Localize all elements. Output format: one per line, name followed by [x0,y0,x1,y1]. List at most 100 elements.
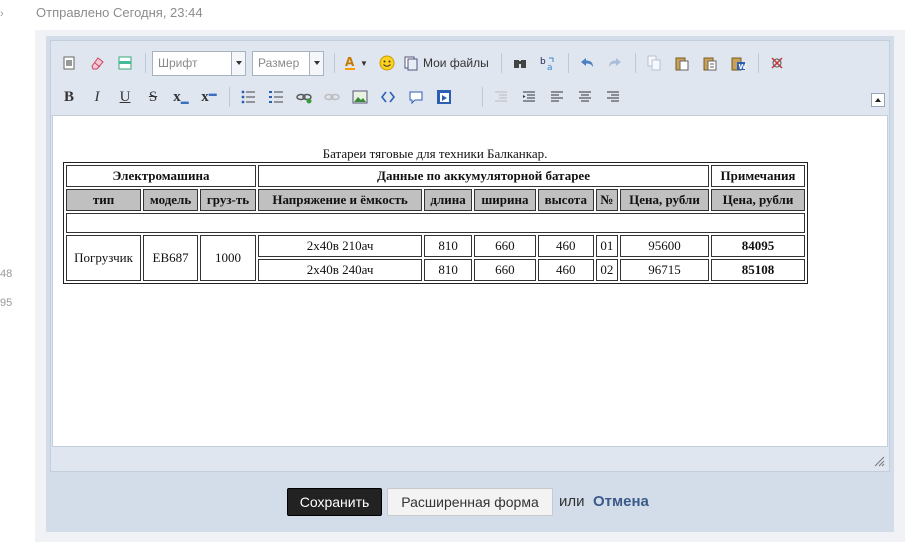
advanced-form-button[interactable]: Расширенная форма [387,488,553,516]
cell-price: 95600 [619,235,709,257]
left-edge-fragment: 48 [0,268,13,280]
cell-model: ЕВ687 [143,235,199,281]
paste-icon [675,57,689,71]
underline-button[interactable]: U [113,85,137,109]
group-header-notes: Примечания [710,165,805,187]
bulleted-list-button[interactable] [236,85,260,109]
code-icon [380,91,396,103]
bulleted-list-icon [241,90,255,104]
font-combo[interactable]: Шрифт [152,50,246,76]
smiley-button[interactable] [375,51,399,75]
bold-button[interactable]: B [57,85,81,109]
align-left-icon [551,91,563,102]
empty-cell [66,213,805,233]
template-button[interactable] [113,51,137,75]
replace-button[interactable]: ba [536,51,560,75]
collapse-toolbar-button[interactable] [871,93,885,107]
insert-link-button[interactable] [292,85,316,109]
document-title: Батареи тяговые для техники Балканкар. [322,146,548,161]
column-header: модель [143,189,199,211]
indent-icon [523,91,535,102]
svg-text:a: a [547,63,553,71]
source-button[interactable] [57,51,81,75]
subscript-button[interactable]: x ▬ [169,85,193,109]
find-icon [513,60,526,68]
battery-table: Электромашина Данные по аккумуляторной б… [63,162,808,284]
remove-format-button[interactable] [85,51,109,75]
font-color-button[interactable]: A ▼ [341,51,371,75]
save-button[interactable]: Сохранить [287,488,382,516]
svg-text:W: W [738,63,746,71]
cell-width: 660 [474,259,536,281]
chevron-down-icon [309,51,323,75]
superscript-label: x [201,88,209,105]
insert-code-button[interactable] [376,85,400,109]
align-right-button[interactable] [601,85,625,109]
unlink-icon [324,93,340,101]
svg-text:b: b [540,57,546,67]
toolbar-row-1: Шрифт Размер A ▼ Мои файлы ba W [57,49,793,77]
cell-length: 810 [424,235,473,257]
indent-button[interactable] [517,85,541,109]
superscript-icon: ▬ [208,88,217,98]
cell-note-price: 84095 [710,235,805,257]
toolbar-separator [567,53,569,73]
insert-spoiler-button[interactable] [432,85,456,109]
unlink-button[interactable] [320,85,344,109]
toolbar-separator [757,53,759,73]
numbered-list-icon [269,91,283,103]
cell-num: 02 [595,259,618,281]
column-header: груз-ть [200,189,257,211]
toolbar-separator [634,53,636,73]
copy-icon [647,55,661,71]
my-files-icon [404,56,418,71]
cell-note-price: 85108 [710,259,805,281]
numbered-list-button[interactable] [264,85,288,109]
insert-quote-button[interactable] [404,85,428,109]
group-header-machine: Электромашина [66,165,257,187]
column-header: Цена, рубли [619,189,709,211]
undo-button[interactable] [575,51,599,75]
toolbar-separator [334,53,335,73]
insert-image-button[interactable] [348,85,372,109]
editor-content[interactable]: Батареи тяговые для техники Балканкар. Э… [52,115,888,447]
or-separator: или [559,493,585,510]
size-combo-value: Размер [258,55,300,70]
strikethrough-button[interactable]: S [141,85,165,109]
column-header: тип [66,189,142,211]
superscript-button[interactable]: x ▬ [197,85,221,109]
size-combo[interactable]: Размер [252,50,324,76]
column-header: ширина [474,189,536,211]
spellcheck-icon [771,57,783,69]
paste-button[interactable] [670,51,694,75]
toolbar-separator [229,87,230,107]
column-header: высота [537,189,594,211]
paste-text-button[interactable] [698,51,722,75]
align-center-button[interactable] [573,85,597,109]
toolbar-row-2: B I U S x ▬ x ▬ [57,83,629,111]
quote-bubble-icon [409,91,423,105]
cancel-link[interactable]: Отмена [593,493,649,510]
spellcheck-button[interactable] [765,51,789,75]
paste-word-button[interactable]: W [726,51,750,75]
column-header: Цена, рубли [710,189,805,211]
align-center-icon [579,91,591,102]
copy-button[interactable] [642,51,666,75]
find-button[interactable] [508,51,532,75]
resize-grip-icon[interactable] [873,455,885,467]
redo-button[interactable] [603,51,627,75]
smiley-icon [379,55,395,71]
table-row: Погрузчик ЕВ687 1000 2х40в 210ач 810 660… [66,235,805,281]
toolbar-separator [482,87,483,107]
table-column-header-row: тип модель груз-ть Напряжение и ёмкость … [66,189,805,211]
svg-text:A: A [345,55,355,69]
column-header: № [595,189,618,211]
align-left-button[interactable] [545,85,569,109]
toolbar-separator [145,53,146,73]
my-files-button[interactable]: Мои файлы [403,55,489,71]
italic-button[interactable]: I [85,85,109,109]
subscript-label: x [173,88,181,105]
link-icon [296,93,312,104]
rich-text-editor: Шрифт Размер A ▼ Мои файлы ba W B I U S … [50,40,890,472]
outdent-button[interactable] [489,85,513,109]
